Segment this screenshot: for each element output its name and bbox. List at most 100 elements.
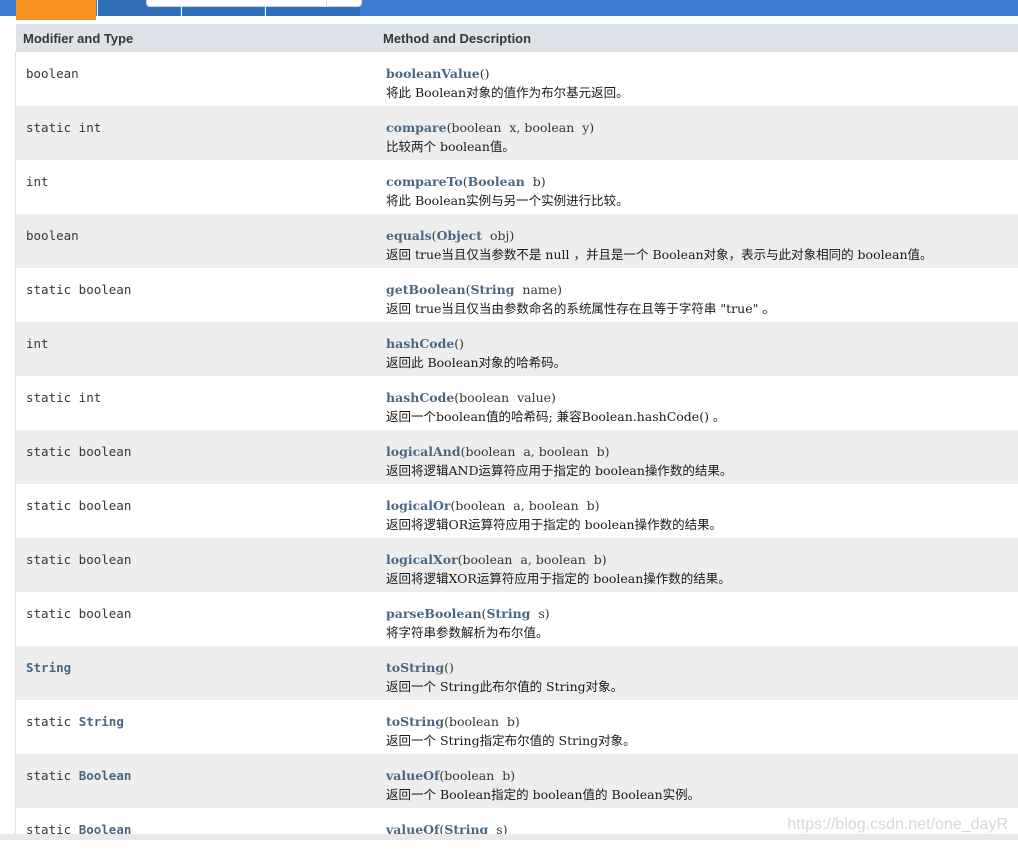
method-params: (boolean b)	[444, 714, 520, 729]
table-row: static int compare(boolean x, boolean y) 比…	[16, 106, 1018, 160]
method-name-link[interactable]: compareTo	[386, 174, 463, 189]
modifier-cell: static boolean	[16, 430, 376, 484]
return-type-link[interactable]: String	[79, 714, 124, 729]
param-type-link[interactable]: String	[471, 282, 515, 297]
method-description: 返回 true当且仅当由参数命名的系统属性存在且等于字符串 "true" 。	[386, 301, 775, 316]
method-params: ()	[454, 336, 465, 351]
table-row: static int hashCode(boolean value) 返回一个boo…	[16, 376, 1018, 430]
method-description: 将字符串参数解析为布尔值。	[386, 625, 549, 640]
table-row: String toString() 返回一个 String此布尔值的 String对…	[16, 646, 1018, 700]
method-description: 比较两个 boolean值。	[386, 139, 515, 154]
table-row: boolean booleanValue() 将此 Boolean对象的值作为布尔基…	[16, 52, 1018, 106]
search-divider	[326, 0, 327, 6]
modifier-cell: static boolean	[16, 538, 376, 592]
method-cell: hashCode(boolean value) 返回一个boolean值的哈希码;…	[376, 376, 725, 430]
method-name-link[interactable]: logicalAnd	[386, 444, 461, 459]
method-description: 将此 Boolean实例与另一个实例进行比较。	[386, 193, 629, 208]
method-signature: toString()	[386, 660, 623, 676]
modifier-text: static boolean	[26, 552, 132, 567]
method-description: 返回此 Boolean对象的哈希码。	[386, 355, 567, 370]
modifier-text: static boolean	[26, 606, 132, 621]
modifier-cell: boolean	[16, 214, 376, 268]
return-type-link[interactable]: Boolean	[79, 768, 132, 783]
method-params: (boolean a, boolean b)	[460, 444, 610, 459]
method-name-link[interactable]: logicalOr	[386, 498, 451, 513]
method-name-link[interactable]: booleanValue	[386, 66, 480, 81]
modifier-cell: static String	[16, 700, 376, 754]
method-description: 返回一个boolean值的哈希码; 兼容Boolean.hashCode() 。	[386, 409, 726, 424]
param-type-link[interactable]: Object	[437, 228, 483, 243]
table-row: static boolean logicalAnd(boolean a, bool…	[16, 430, 1018, 484]
method-name-link[interactable]: hashCode	[386, 336, 454, 351]
modifier-cell: static boolean	[16, 484, 376, 538]
method-name-link[interactable]: toString	[386, 660, 444, 675]
modifier-text: static	[26, 714, 79, 729]
method-name-link[interactable]: parseBoolean	[386, 606, 482, 621]
modifier-text: static int	[26, 120, 102, 135]
method-signature: valueOf(boolean b)	[386, 768, 700, 784]
method-params: (boolean b)	[439, 768, 516, 783]
method-name-link[interactable]: equals	[386, 228, 432, 243]
method-cell: logicalOr(boolean a, boolean b) 返回将逻辑OR运算…	[376, 484, 722, 538]
column-header-method: Method and Description	[383, 30, 532, 46]
modifier-cell: static int	[16, 376, 376, 430]
modifier-cell: int	[16, 322, 376, 376]
method-name-link[interactable]: logicalXor	[386, 552, 458, 567]
method-signature: logicalXor(boolean a, boolean b)	[386, 552, 731, 568]
modifier-text: boolean	[26, 228, 79, 243]
column-header-modifier: Modifier and Type	[23, 30, 134, 46]
method-signature: getBoolean(String name)	[386, 282, 775, 298]
modifier-text: static	[26, 768, 79, 783]
method-name-link[interactable]: getBoolean	[386, 282, 466, 297]
method-signature: compare(boolean x, boolean y)	[386, 120, 594, 136]
method-params: name)	[514, 282, 563, 297]
method-cell: valueOf(boolean b) 返回一个 Boolean指定的 boolea…	[376, 754, 700, 808]
bottom-edge	[0, 834, 1018, 840]
param-type-link[interactable]: Boolean	[468, 174, 525, 189]
method-description: 返回 true当且仅当参数不是 null ，并且是一个 Boolean对象，表示…	[386, 247, 933, 262]
modifier-cell: static int	[16, 106, 376, 160]
method-signature: parseBoolean(String s)	[386, 606, 550, 622]
table-row: static boolean logicalXor(boolean a, bool…	[16, 538, 1018, 592]
table-row: boolean equals(Object obj) 返回 true当且仅当参数不是…	[16, 214, 1018, 268]
method-name-link[interactable]: compare	[386, 120, 447, 135]
method-params: ()	[479, 66, 490, 81]
method-cell: booleanValue() 将此 Boolean对象的值作为布尔基元返回。	[376, 52, 629, 106]
table-row: static boolean logicalOr(boolean a, boole…	[16, 484, 1018, 538]
method-params: (boolean value)	[454, 390, 556, 405]
nav-tab-active[interactable]	[16, 0, 96, 20]
method-params: (boolean a, boolean b)	[450, 498, 600, 513]
method-cell: logicalXor(boolean a, boolean b) 返回将逻辑XOR…	[376, 538, 731, 592]
method-description: 返回将逻辑AND运算符应用于指定的 boolean操作数的结果。	[386, 463, 733, 478]
method-name-link[interactable]: toString	[386, 714, 444, 729]
modifier-text: int	[26, 174, 49, 189]
table-header-row: Modifier and Type Method and Description	[16, 24, 1018, 52]
modifier-text: boolean	[26, 66, 79, 81]
modifier-cell: static boolean	[16, 592, 376, 646]
param-type-link[interactable]: String	[486, 606, 530, 621]
method-name-link[interactable]: valueOf	[386, 768, 439, 783]
method-name-link[interactable]: hashCode	[386, 390, 454, 405]
method-cell: toString(boolean b) 返回一个 String指定布尔值的 Str…	[376, 700, 636, 754]
method-params: (boolean x, boolean y)	[446, 120, 595, 135]
method-signature: hashCode()	[386, 336, 566, 352]
method-cell: parseBoolean(String s) 将字符串参数解析为布尔值。	[376, 592, 550, 646]
table-row: static boolean parseBoolean(String s) 将字符串…	[16, 592, 1018, 646]
method-signature: toString(boolean b)	[386, 714, 636, 730]
search-input[interactable]	[146, 0, 362, 7]
method-params: (boolean a, boolean b)	[457, 552, 607, 567]
method-description: 返回一个 String此布尔值的 String对象。	[386, 679, 624, 694]
modifier-text: static boolean	[26, 282, 132, 297]
return-type-link[interactable]: String	[26, 660, 71, 675]
method-cell: compare(boolean x, boolean y) 比较两个 boolea…	[376, 106, 594, 160]
top-navigation-bar	[0, 0, 1018, 20]
method-cell: getBoolean(String name) 返回 true当且仅当由参数命名的…	[376, 268, 775, 322]
method-description: 将此 Boolean对象的值作为布尔基元返回。	[386, 85, 629, 100]
table-row: int compareTo(Boolean b) 将此 Boolean实例与另一个实…	[16, 160, 1018, 214]
modifier-cell: String	[16, 646, 376, 700]
method-params: s)	[530, 606, 550, 621]
method-description: 返回一个 Boolean指定的 boolean值的 Boolean实例。	[386, 787, 701, 802]
modifier-text: static boolean	[26, 498, 132, 513]
method-signature: logicalOr(boolean a, boolean b)	[386, 498, 722, 514]
modifier-cell: static Boolean	[16, 754, 376, 808]
